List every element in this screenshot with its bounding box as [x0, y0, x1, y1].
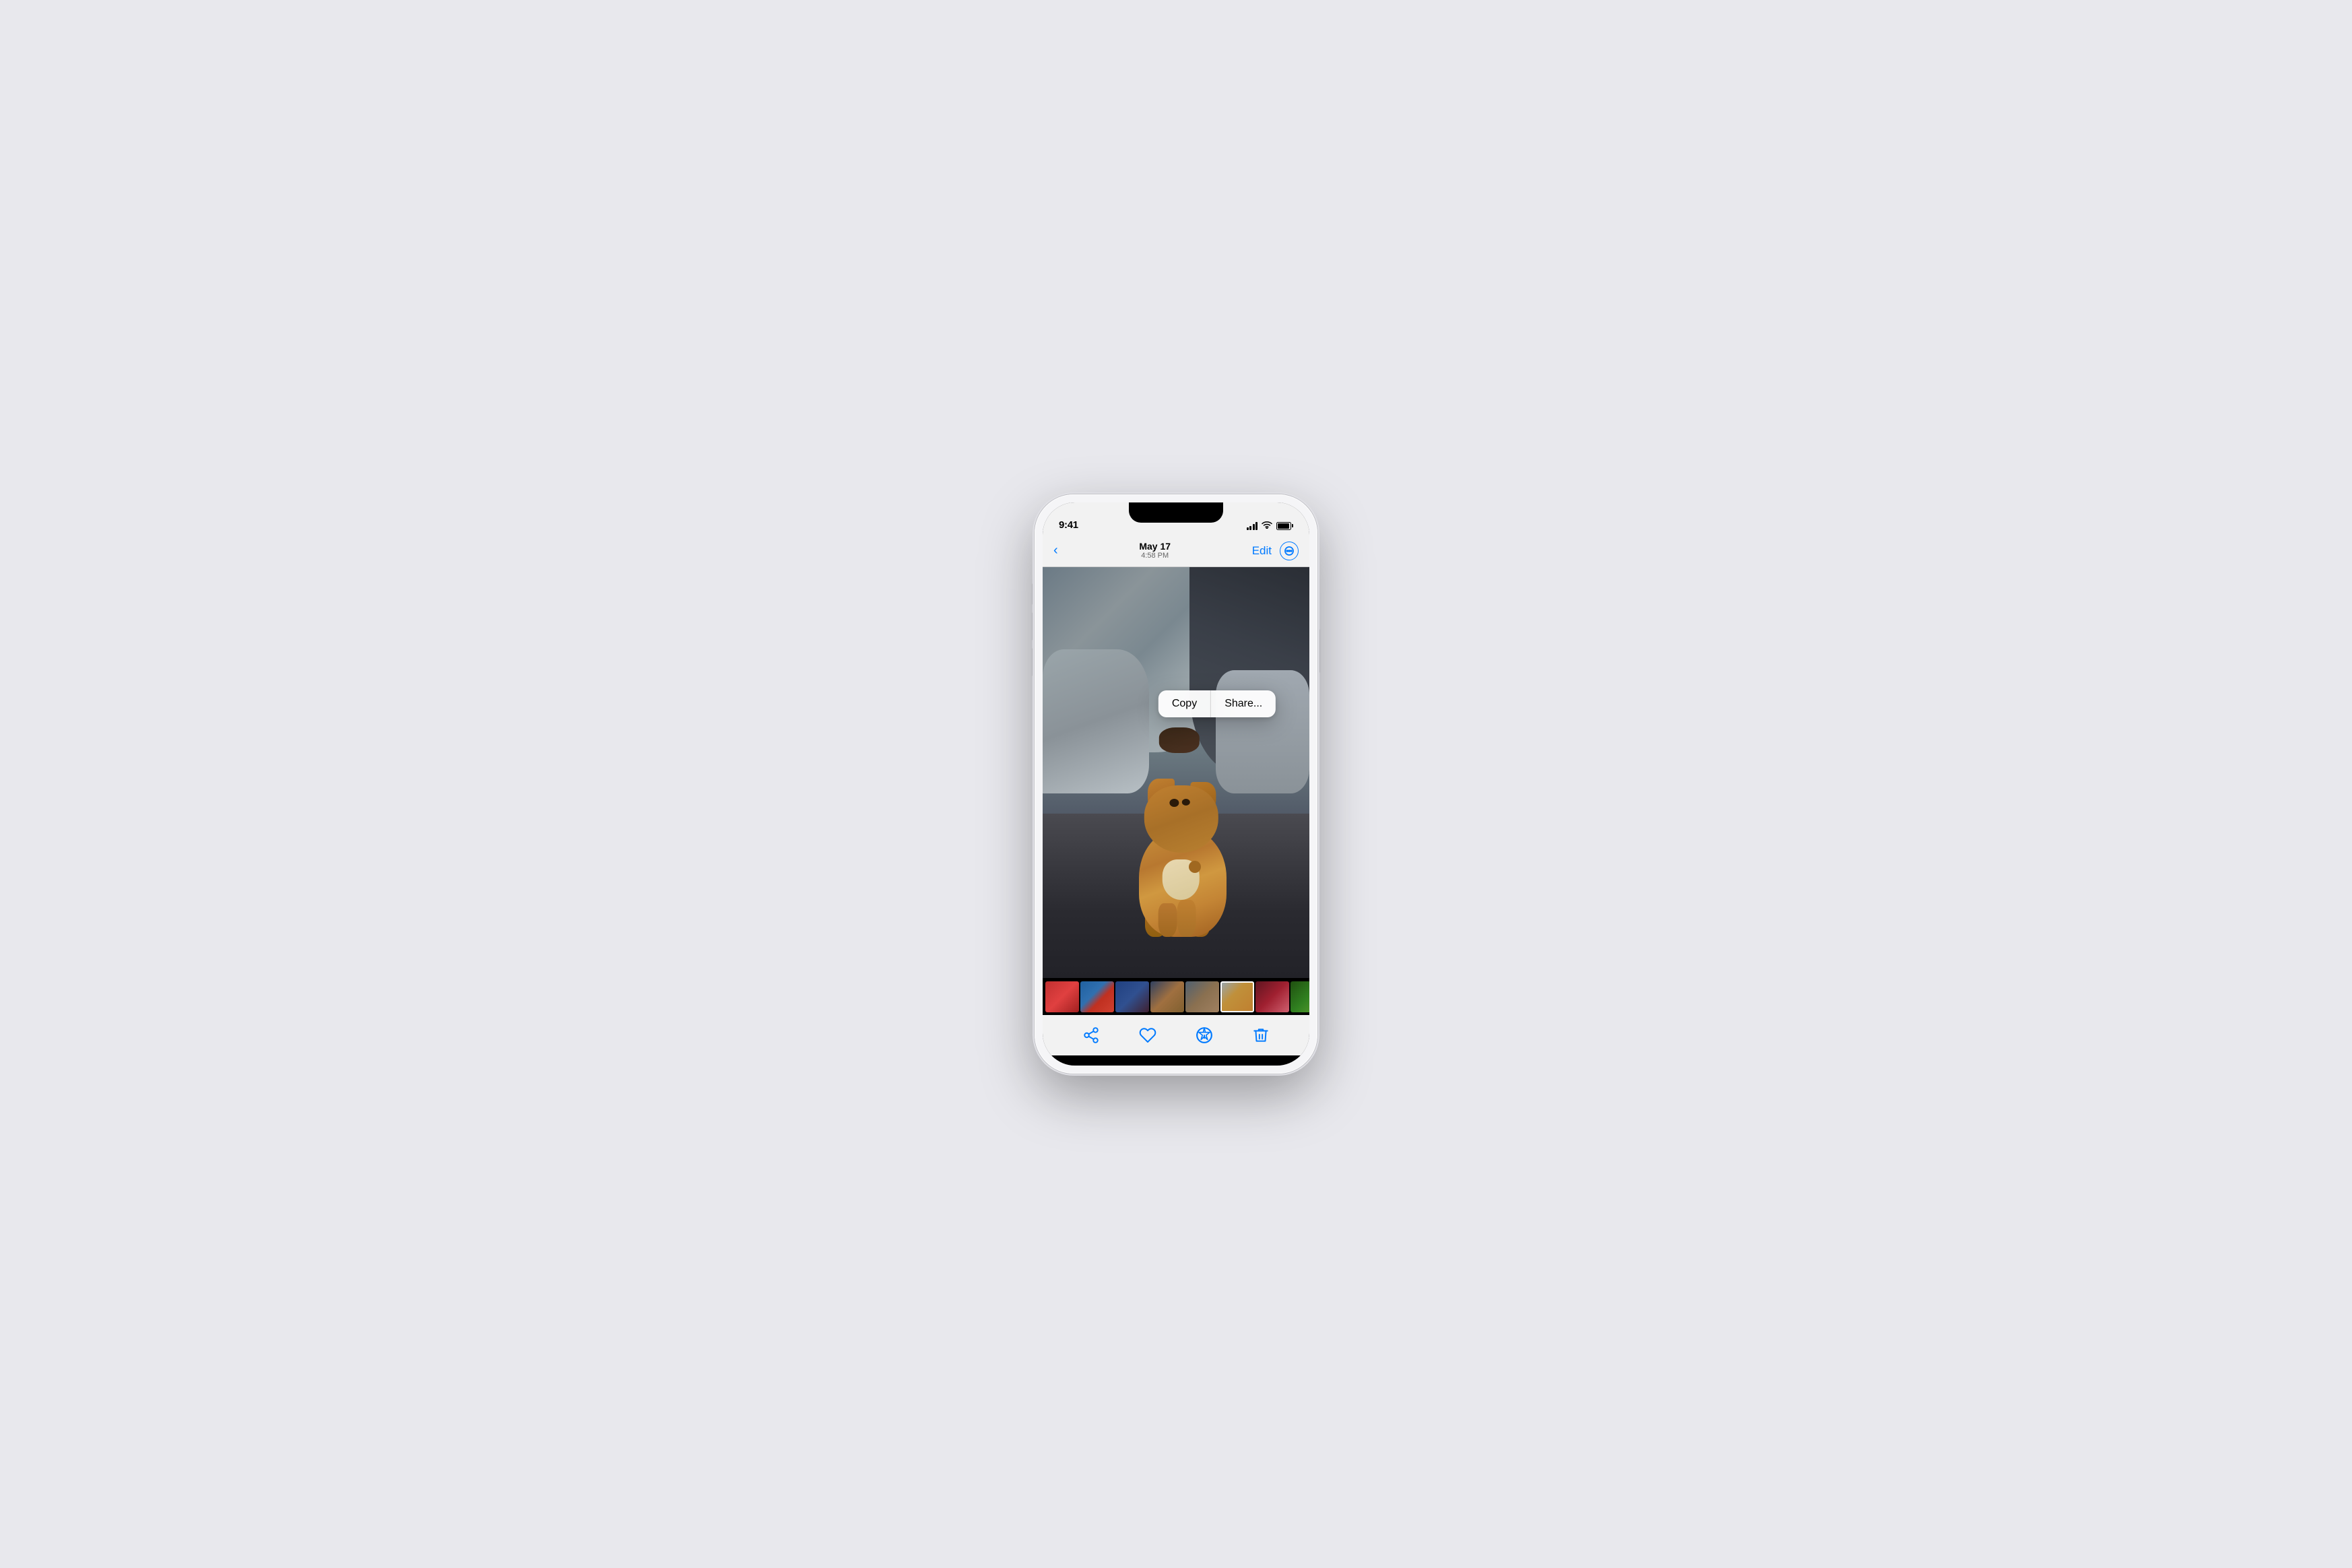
heart-icon [1139, 1026, 1156, 1044]
context-menu: Copy Share... [1158, 690, 1276, 717]
info-button[interactable] [1191, 1022, 1218, 1049]
nav-bar: ‹ May 17 4:58 PM Edit [1043, 535, 1309, 567]
filmstrip-thumb-6-active[interactable] [1220, 981, 1254, 1012]
notch [1129, 502, 1223, 523]
status-icons [1247, 521, 1294, 531]
share-icon [1082, 1026, 1100, 1044]
nav-title: May 17 4:58 PM [1139, 541, 1171, 561]
nav-date: May 17 [1139, 541, 1171, 552]
filmstrip-thumb-7[interactable] [1255, 981, 1289, 1012]
delete-button[interactable] [1247, 1022, 1274, 1049]
status-time: 9:41 [1059, 519, 1078, 531]
dog-snout [1159, 727, 1200, 753]
filmstrip-thumb-5[interactable] [1185, 981, 1219, 1012]
share-contextmenu-button[interactable]: Share... [1211, 690, 1276, 717]
dog-front-right-leg [1177, 900, 1196, 937]
dog-head [1144, 785, 1218, 853]
signal-icon [1247, 522, 1258, 530]
favorite-button[interactable] [1134, 1022, 1161, 1049]
dog-tail [1189, 861, 1201, 873]
filmstrip-thumb-8[interactable] [1291, 981, 1309, 1012]
phone-frame: 9:41 [1035, 494, 1317, 1074]
home-indicator [1142, 1059, 1210, 1061]
dog-subject [1115, 755, 1250, 937]
photo-filmstrip[interactable] [1043, 978, 1309, 1015]
more-button[interactable] [1280, 542, 1299, 560]
dog-right-eye [1182, 799, 1190, 806]
filmstrip-thumb-1[interactable] [1045, 981, 1079, 1012]
photo-area[interactable]: Copy Share... [1043, 567, 1309, 978]
power-button[interactable] [1317, 629, 1320, 673]
dog-front-left-leg [1158, 903, 1177, 937]
dog-left-eye [1169, 799, 1179, 807]
phone-screen: 9:41 [1043, 502, 1309, 1066]
back-button[interactable]: ‹ [1053, 544, 1058, 557]
info-icon [1196, 1026, 1213, 1044]
copy-button[interactable]: Copy [1158, 690, 1211, 717]
bottom-toolbar [1043, 1015, 1309, 1055]
filmstrip-thumb-4[interactable] [1150, 981, 1184, 1012]
battery-icon [1276, 522, 1293, 530]
filmstrip-thumb-2[interactable] [1080, 981, 1114, 1012]
wifi-icon [1262, 521, 1272, 531]
share-button[interactable] [1078, 1022, 1105, 1049]
nav-time: 4:58 PM [1139, 552, 1171, 560]
filmstrip-thumb-3[interactable] [1115, 981, 1149, 1012]
back-chevron-icon: ‹ [1053, 544, 1058, 557]
phone-device: 9:41 [1035, 494, 1317, 1074]
photo-background: Copy Share... [1043, 567, 1309, 978]
nav-actions: Edit [1252, 542, 1299, 560]
trash-icon [1252, 1026, 1270, 1044]
edit-button[interactable]: Edit [1252, 544, 1272, 558]
